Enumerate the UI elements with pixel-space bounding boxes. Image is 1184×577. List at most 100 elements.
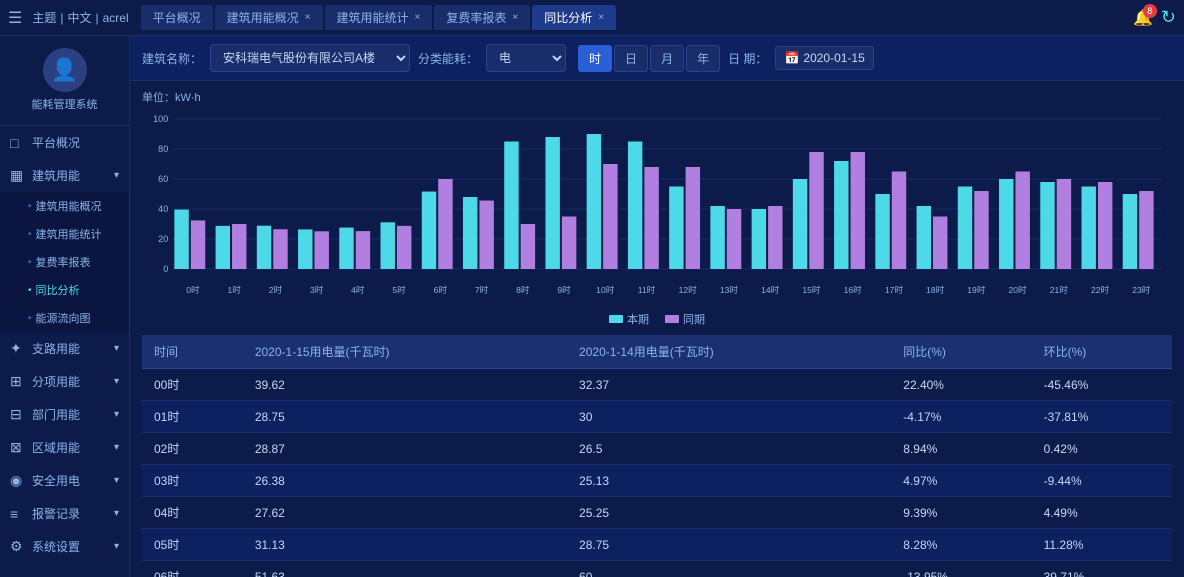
col-header-2020-1-14用电量(千瓦时): 2020-1-14用电量(千瓦时) bbox=[567, 335, 891, 369]
svg-text:11时: 11时 bbox=[638, 284, 656, 295]
time-btn-日[interactable]: 日 bbox=[614, 45, 648, 72]
table-cell-5-3: 8.28% bbox=[891, 529, 1031, 561]
submenu-item-建筑用能统计[interactable]: 建筑用能统计 bbox=[0, 220, 129, 248]
tab-建筑用能概况[interactable]: 建筑用能概况× bbox=[215, 5, 323, 30]
svg-text:9时: 9时 bbox=[557, 284, 571, 295]
submenu-item-建筑用能概况[interactable]: 建筑用能概况 bbox=[0, 192, 129, 220]
arrow-icon-7: ▾ bbox=[114, 508, 119, 519]
svg-text:3时: 3时 bbox=[310, 284, 324, 295]
time-btn-时[interactable]: 时 bbox=[578, 45, 612, 72]
table-cell-6-4: 39.71% bbox=[1032, 561, 1172, 577]
legend-item-同期: 同期 bbox=[665, 311, 705, 327]
sidebar-item-分项用能[interactable]: ⊞ 分项用能▾ bbox=[0, 365, 129, 398]
tab-建筑用能统计[interactable]: 建筑用能统计× bbox=[325, 5, 433, 30]
col-header-时间: 时间 bbox=[142, 335, 243, 369]
bar-prev-12 bbox=[686, 167, 700, 269]
legend-label-同期: 同期 bbox=[683, 311, 705, 327]
bar-current-13 bbox=[710, 206, 724, 269]
sidebar-item-区域用能[interactable]: ⊠ 区域用能▾ bbox=[0, 431, 129, 464]
table-cell-1-3: -4.17% bbox=[891, 401, 1031, 433]
menu-label-7: 报警记录 bbox=[32, 505, 80, 522]
arrow-icon-6: ▾ bbox=[114, 475, 119, 486]
time-btn-年[interactable]: 年 bbox=[686, 45, 720, 72]
bar-current-7 bbox=[463, 197, 477, 269]
tab-同比分析[interactable]: 同比分析× bbox=[532, 5, 616, 30]
bar-current-0 bbox=[174, 210, 188, 269]
refresh-icon[interactable]: ↻ bbox=[1161, 7, 1176, 28]
sidebar-user: 👤 能耗管理系统 bbox=[0, 36, 129, 126]
legend-color-本期 bbox=[609, 315, 623, 323]
bar-prev-22 bbox=[1098, 182, 1112, 269]
menu-icon-2: ✦ bbox=[10, 340, 26, 357]
bar-current-12 bbox=[669, 187, 683, 270]
table-cell-1-2: 30 bbox=[567, 401, 891, 433]
table-cell-1-4: -37.81% bbox=[1032, 401, 1172, 433]
bar-current-3 bbox=[298, 229, 312, 269]
sidebar-item-支路用能[interactable]: ✦ 支路用能▾ bbox=[0, 332, 129, 365]
table-cell-5-2: 28.75 bbox=[567, 529, 891, 561]
table-cell-5-1: 31.13 bbox=[243, 529, 567, 561]
bar-prev-6 bbox=[438, 179, 452, 269]
table-cell-3-4: -9.44% bbox=[1032, 465, 1172, 497]
hamburger-icon[interactable]: ☰ bbox=[8, 8, 22, 28]
table-cell-5-0: 05时 bbox=[142, 529, 243, 561]
time-btn-月[interactable]: 月 bbox=[650, 45, 684, 72]
sidebar-item-安全用电[interactable]: ◉ 安全用电▾ bbox=[0, 464, 129, 497]
bar-current-20 bbox=[999, 179, 1013, 269]
user-label[interactable]: acrel bbox=[103, 11, 129, 25]
building-label: 建筑名称： bbox=[142, 50, 202, 67]
arrow-icon-5: ▾ bbox=[114, 442, 119, 453]
table-row: 00时39.6232.3722.40%-45.46% bbox=[142, 369, 1172, 401]
tab-平台概况[interactable]: 平台概况 bbox=[141, 5, 213, 30]
bar-current-14 bbox=[752, 209, 766, 269]
bar-current-6 bbox=[422, 192, 436, 269]
tab-close-icon[interactable]: × bbox=[305, 12, 311, 23]
bar-current-10 bbox=[587, 134, 601, 269]
sidebar: 👤 能耗管理系统 □ 平台概况▦ 建筑用能▾建筑用能概况建筑用能统计复费率报表同… bbox=[0, 36, 130, 577]
svg-text:20: 20 bbox=[158, 234, 168, 244]
tab-close-icon[interactable]: × bbox=[512, 12, 518, 23]
notification-icon[interactable]: 🔔 8 bbox=[1133, 8, 1153, 28]
date-picker[interactable]: 📅 2020-01-15 bbox=[775, 46, 873, 70]
svg-text:17时: 17时 bbox=[885, 284, 904, 295]
bar-prev-15 bbox=[809, 152, 823, 269]
sidebar-item-部门用能[interactable]: ⊟ 部门用能▾ bbox=[0, 398, 129, 431]
table-area[interactable]: 时间2020-1-15用电量(千瓦时)2020-1-14用电量(千瓦时)同比(%… bbox=[130, 335, 1184, 577]
bar-prev-0 bbox=[191, 220, 205, 269]
menu-label-3: 分项用能 bbox=[32, 373, 80, 390]
table-cell-5-4: 11.28% bbox=[1032, 529, 1172, 561]
bar-prev-9 bbox=[562, 217, 576, 270]
submenu-item-同比分析[interactable]: 同比分析 bbox=[0, 276, 129, 304]
bar-current-1 bbox=[216, 226, 230, 269]
bar-prev-2 bbox=[273, 229, 287, 269]
sidebar-item-建筑用能[interactable]: ▦ 建筑用能▾ bbox=[0, 159, 129, 192]
sidebar-item-系统设置[interactable]: ⚙ 系统设置▾ bbox=[0, 530, 129, 563]
system-name: 能耗管理系统 bbox=[32, 98, 98, 113]
legend-color-同期 bbox=[665, 315, 679, 323]
tab-复费率报表[interactable]: 复费率报表× bbox=[434, 5, 530, 30]
category-select[interactable]: 电 bbox=[486, 44, 566, 72]
tab-close-icon[interactable]: × bbox=[598, 12, 604, 23]
arrow-icon-4: ▾ bbox=[114, 409, 119, 420]
separator2: | bbox=[96, 11, 99, 25]
building-select[interactable]: 安科瑞电气股份有限公司A楼 bbox=[210, 44, 410, 72]
sidebar-item-报警记录[interactable]: ≡ 报警记录▾ bbox=[0, 497, 129, 530]
table-cell-4-2: 25.25 bbox=[567, 497, 891, 529]
svg-text:4时: 4时 bbox=[351, 284, 365, 295]
submenu-item-复费率报表[interactable]: 复费率报表 bbox=[0, 248, 129, 276]
bar-prev-8 bbox=[521, 224, 535, 269]
table-row: 06时51.6360-13.95%39.71% bbox=[142, 561, 1172, 577]
user-icon: 👤 bbox=[51, 57, 78, 83]
menu-label-2: 支路用能 bbox=[32, 340, 80, 357]
tab-close-icon[interactable]: × bbox=[415, 12, 421, 23]
bar-current-5 bbox=[381, 222, 395, 269]
svg-text:100: 100 bbox=[153, 114, 168, 124]
chart-legend: 本期 同期 bbox=[142, 311, 1172, 327]
svg-text:0时: 0时 bbox=[186, 284, 200, 295]
submenu-item-能源流向图[interactable]: 能源流向图 bbox=[0, 304, 129, 332]
table-cell-2-3: 8.94% bbox=[891, 433, 1031, 465]
bar-current-18 bbox=[917, 206, 931, 269]
lang-label[interactable]: 中文 bbox=[67, 9, 91, 26]
sidebar-item-平台概况[interactable]: □ 平台概况 bbox=[0, 126, 129, 159]
svg-text:7时: 7时 bbox=[475, 284, 489, 295]
